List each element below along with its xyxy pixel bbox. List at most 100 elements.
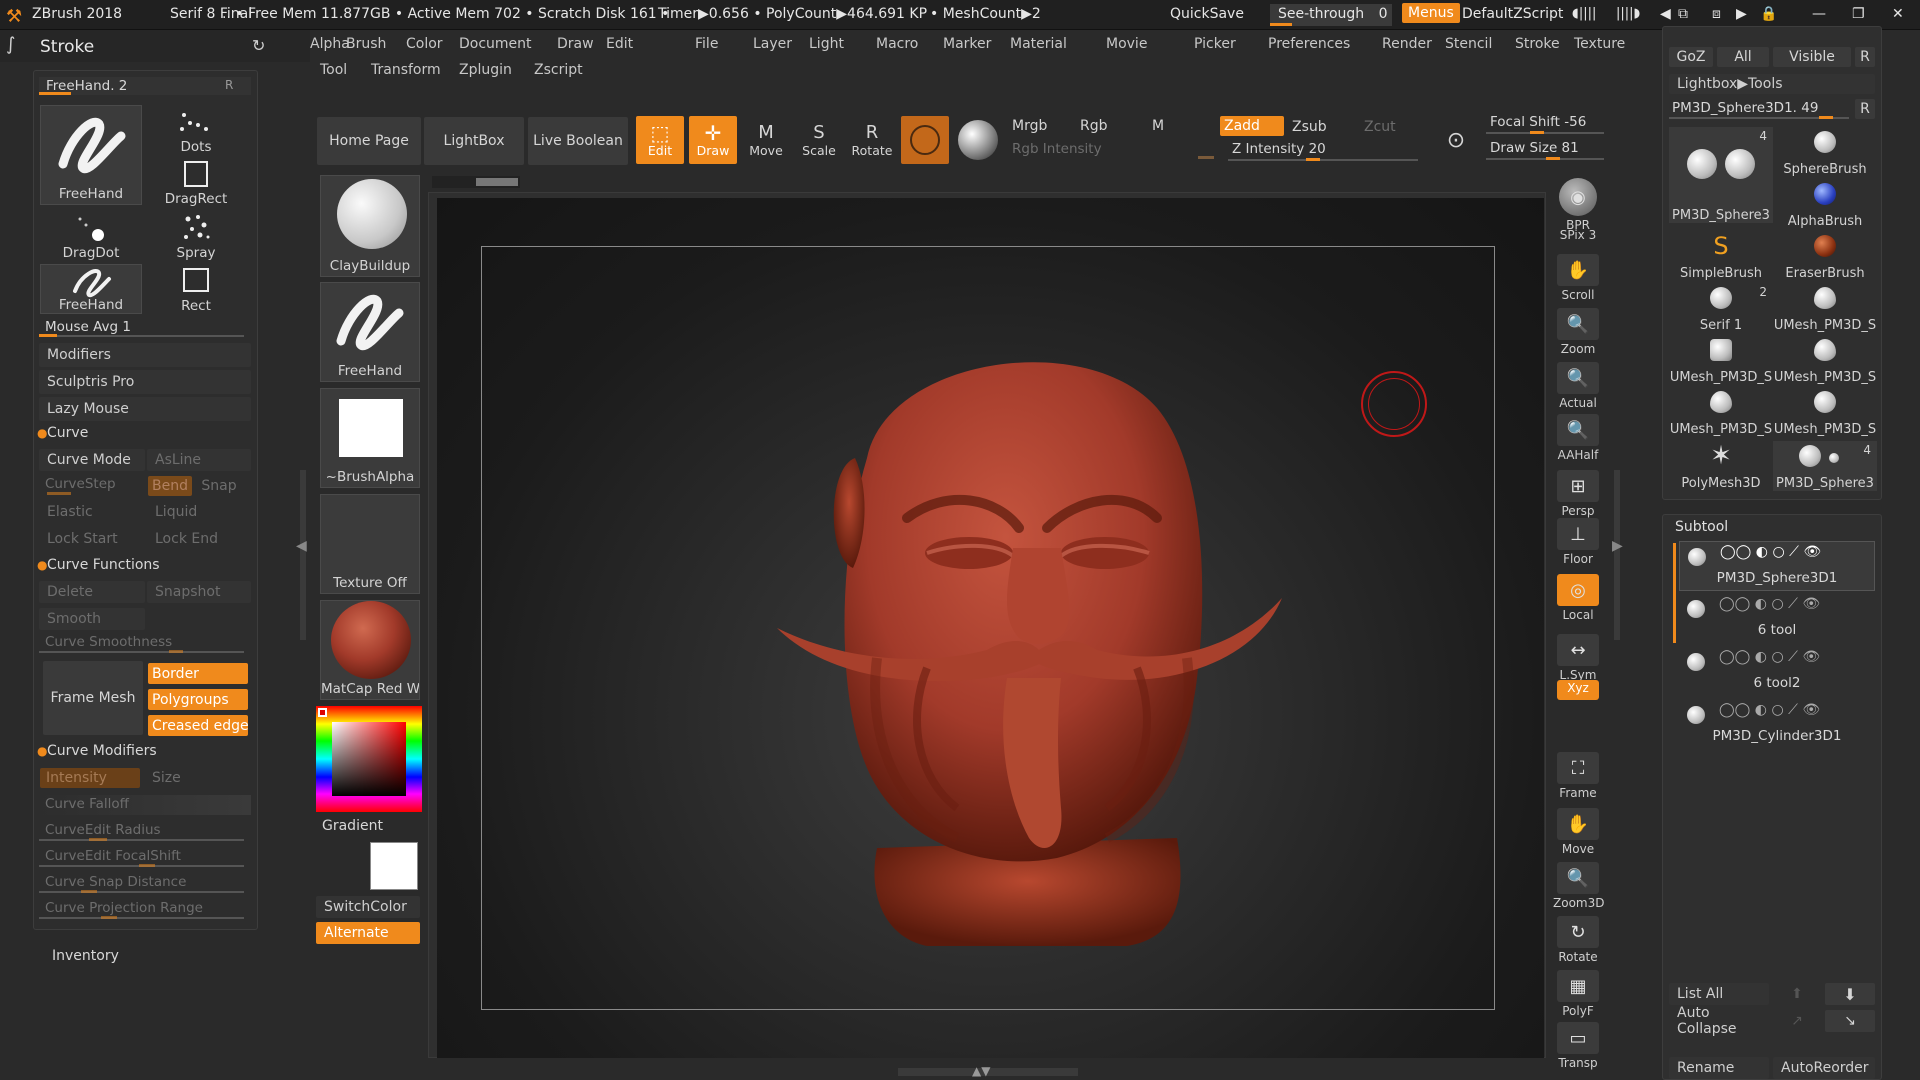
left-tray-handle[interactable]	[300, 470, 306, 640]
shelf-rotate-button[interactable]: ↻ Rotate	[1553, 916, 1603, 964]
subtool-item[interactable]: ◯◯ ◐ ○ ⟋ 👁 6 tool	[1679, 594, 1875, 644]
mouse-avg-slider[interactable]: Mouse Avg 1	[39, 319, 251, 337]
default-zscript-button[interactable]: DefaultZScript	[1462, 6, 1563, 22]
arrow-up-right-icon[interactable]: ↗	[1773, 1010, 1821, 1032]
menu-document[interactable]: Document	[459, 36, 532, 52]
elastic-toggle[interactable]: Elastic	[39, 501, 145, 523]
shelf-scroll-button[interactable]: ✋ Scroll	[1553, 254, 1603, 302]
current-tool-r-button[interactable]: R	[1855, 99, 1875, 119]
menu-transform[interactable]: Transform	[371, 62, 441, 78]
lazy-mouse-section[interactable]: Lazy Mouse	[39, 397, 251, 421]
asline-toggle[interactable]: AsLine	[147, 449, 251, 471]
color-picker[interactable]	[316, 706, 422, 812]
curveedit-focalshift-slider[interactable]: CurveEdit FocalShift	[39, 847, 251, 867]
tool-item[interactable]: AlphaBrush	[1773, 179, 1877, 229]
shelf-persp-button[interactable]: ⊞ Persp	[1553, 470, 1603, 518]
curveedit-radius-slider[interactable]: CurveEdit Radius	[39, 821, 251, 841]
stroke-freehand-large[interactable]: FreeHand	[40, 105, 142, 205]
shelf-spix-3-button[interactable]: SPix 3	[1553, 228, 1603, 242]
curve-mode-toggle[interactable]: Curve Mode	[39, 449, 145, 471]
lightbox-tools-button[interactable]: Lightbox▶Tools	[1669, 74, 1875, 94]
shelf-floor-button[interactable]: ⊥ Floor	[1553, 518, 1603, 566]
arrow-left-icon[interactable]: ◀	[1660, 6, 1671, 22]
home-page-button[interactable]: Home Page	[317, 117, 421, 165]
list-all-button[interactable]: List All	[1669, 983, 1769, 1005]
menu-texture[interactable]: Texture	[1574, 36, 1625, 52]
menu-macro[interactable]: Macro	[876, 36, 918, 52]
shelf-zoom3d-button[interactable]: 🔍 Zoom3D	[1553, 862, 1604, 910]
tool-item[interactable]: EraserBrush	[1773, 231, 1877, 281]
tool-item[interactable]: ✶ PolyMesh3D	[1669, 441, 1773, 491]
menu-zplugin[interactable]: Zplugin	[459, 62, 512, 78]
shelf-zoom-button[interactable]: 🔍 Zoom	[1553, 308, 1603, 356]
stroke-freehand-shelf[interactable]: FreeHand	[320, 282, 420, 382]
drag-right-icon[interactable]: ||||◗	[1616, 6, 1640, 21]
goz-visible-button[interactable]: Visible	[1773, 47, 1851, 67]
size-toggle[interactable]: Size	[146, 768, 246, 788]
bend-toggle[interactable]: Bend	[148, 476, 192, 496]
auto-collapse-button[interactable]: Auto Collapse	[1669, 1005, 1769, 1037]
alpha-selector[interactable]: ~BrushAlpha	[320, 388, 420, 488]
curve-snap-distance-slider[interactable]: Curve Snap Distance	[39, 873, 251, 893]
right-tray-handle[interactable]	[1614, 470, 1620, 640]
lock-end-toggle[interactable]: Lock End	[147, 528, 251, 550]
arrow-down-right-icon[interactable]: ↘	[1825, 1010, 1875, 1032]
shelf-l-sym-button[interactable]: ↔ L.Sym	[1553, 634, 1603, 682]
curve-section-header[interactable]: ● Curve	[34, 425, 256, 445]
sculptris-mode-button[interactable]	[901, 116, 949, 164]
menu-color[interactable]: Color	[406, 36, 443, 52]
menu-file[interactable]: File	[695, 36, 718, 52]
goz-all-button[interactable]: All	[1717, 47, 1769, 67]
subtool-toggles-icon[interactable]: ◯◯ ◐ ○ ⟋ 👁	[1719, 596, 1820, 612]
shelf-local-button[interactable]: ◎ Local	[1553, 574, 1603, 622]
rgb-toggle[interactable]: Rgb	[1076, 116, 1144, 136]
tool-item[interactable]: UMesh_PM3D_S	[1669, 387, 1773, 437]
menu-draw[interactable]: Draw	[557, 36, 594, 52]
tool-item[interactable]: UMesh_PM3D_S	[1669, 335, 1773, 385]
tool-item[interactable]: SphereBrush	[1773, 127, 1877, 177]
material-selector[interactable]: MatCap Red Wa	[320, 600, 420, 700]
rotate-mode-button[interactable]: R Rotate	[848, 116, 896, 164]
secondary-color-swatch[interactable]	[370, 842, 418, 890]
subtool-item[interactable]: ◯◯ ◐ ○ ⟋ 👁 PM3D_Cylinder3D1	[1679, 700, 1875, 750]
stroke-dragdot[interactable]: DragDot	[40, 211, 142, 261]
menu-edit[interactable]: Edit	[606, 36, 633, 52]
curve-smoothness-slider[interactable]: Curve Smoothness	[39, 633, 251, 653]
z-intensity-slider[interactable]: Z Intensity 20	[1228, 141, 1426, 161]
switchcolor-button[interactable]: SwitchColor	[316, 896, 420, 918]
menu-stencil[interactable]: Stencil	[1445, 36, 1492, 52]
menu-material[interactable]: Material	[1010, 36, 1067, 52]
polygroups-toggle[interactable]: Polygroups	[148, 689, 248, 710]
current-tool-slider[interactable]: PM3D_Sphere3D1. 49	[1669, 99, 1853, 119]
move-mode-button[interactable]: M Move	[742, 116, 790, 164]
menu-stroke[interactable]: Stroke	[1515, 36, 1560, 52]
sculpted-head-model[interactable]	[757, 338, 1297, 958]
tool-item[interactable]: 4 PM3D_Sphere3	[1773, 441, 1877, 491]
shelf-frame-button[interactable]: ⛶ Frame	[1553, 752, 1603, 800]
live-boolean-button[interactable]: Live Boolean	[528, 117, 628, 165]
subtool-title[interactable]: Subtool	[1675, 519, 1728, 535]
liquid-toggle[interactable]: Liquid	[147, 501, 251, 523]
layout-alt-icon[interactable]: ⧈	[1712, 6, 1721, 22]
minimize-icon[interactable]: —	[1812, 6, 1826, 22]
sculptris-pro-section[interactable]: Sculptris Pro	[39, 370, 251, 394]
menu-movie[interactable]: Movie	[1106, 36, 1147, 52]
tool-item[interactable]: 2 Serif 1	[1669, 283, 1773, 333]
menu-light[interactable]: Light	[809, 36, 844, 52]
draw-size-slider[interactable]: Draw Size 81	[1486, 140, 1606, 160]
border-toggle[interactable]: Border	[148, 663, 248, 684]
rename-button[interactable]: Rename	[1669, 1057, 1769, 1079]
gradient-label[interactable]: Gradient	[322, 818, 383, 834]
edit-mode-button[interactable]: ⬚ Edit	[636, 116, 684, 164]
stroke-dragrect[interactable]: DragRect	[146, 157, 246, 207]
menu-tool[interactable]: Tool	[320, 62, 347, 78]
goz-r-button[interactable]: R	[1855, 47, 1875, 67]
shelf-transp-button[interactable]: ▭ Transp	[1553, 1022, 1603, 1070]
curve-falloff-curve[interactable]: Curve Falloff	[39, 795, 251, 815]
shelf-polyf-button[interactable]: ▦ PolyF	[1553, 970, 1603, 1018]
menu-render[interactable]: Render	[1382, 36, 1432, 52]
canvas-scroll-indicator[interactable]	[432, 176, 520, 188]
mrgb-toggle[interactable]: Mrgb	[1008, 116, 1072, 136]
subtool-toggles-icon[interactable]: ◯◯ ◐ ○ ⟋ 👁	[1719, 649, 1820, 665]
subtool-toggles-icon[interactable]: ◯◯ ◐ ○ ⟋ 👁	[1719, 702, 1820, 718]
